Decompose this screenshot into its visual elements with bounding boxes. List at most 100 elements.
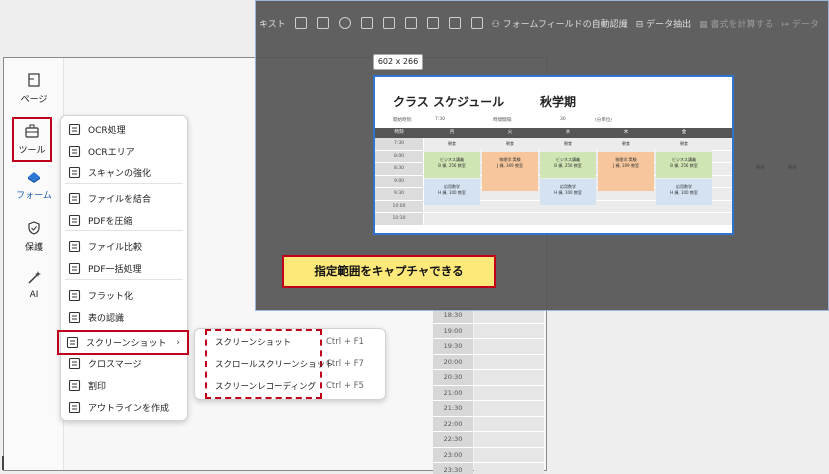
menu-item-seal[interactable]: 割印: [61, 375, 187, 395]
underlay-cell: [474, 354, 544, 369]
schedule-class-block: 物理学:実験 J 棟, 309 教室: [482, 151, 538, 191]
forms-icon: [28, 172, 40, 183]
schedule-time: 10:00: [375, 200, 423, 212]
menu-item-scan-enhance[interactable]: スキャンの強化: [61, 162, 187, 182]
schedule-semester: 秋学期: [540, 95, 577, 109]
ocr-icon: [67, 122, 81, 136]
underlay-row: 19:00: [433, 323, 544, 339]
underlay-row: 21:30: [433, 401, 544, 417]
scan-enhance-icon: [67, 165, 81, 179]
rail-item-forms[interactable]: フォーム: [4, 168, 64, 201]
menu-item-ocr-area[interactable]: OCRエリア: [61, 141, 187, 161]
shield-icon: [28, 221, 40, 235]
submenu-arrow-icon: ›: [176, 337, 180, 348]
list-box-icon[interactable]: [360, 17, 373, 29]
menu-item-compress-pdf[interactable]: PDFを圧縮: [61, 210, 187, 230]
underlay-time: 19:00: [433, 323, 473, 338]
rail-item-protect[interactable]: 保護: [4, 220, 64, 253]
rail-item-ai[interactable]: AI: [4, 270, 64, 300]
schedule-class-block: 朝食: [482, 138, 538, 151]
toolbar-partial-label[interactable]: キスト: [259, 17, 286, 30]
form-field-auto-recognition[interactable]: ⚇ フォームフィールドの自動認識: [492, 17, 628, 30]
date-field-icon[interactable]: [470, 17, 483, 29]
left-rail: ページ ツール フォーム 保護 AI: [4, 58, 64, 470]
menu-item-label: クロスマージ: [88, 359, 142, 370]
far-breakfast-sat: 朝食: [756, 166, 765, 171]
rail-item-page[interactable]: ページ: [4, 72, 64, 105]
schedule-column-header: 土: [713, 128, 732, 138]
underlay-cell: [474, 401, 544, 416]
image-field-icon[interactable]: [426, 17, 439, 29]
schedule-class-block: 物理学:実験 J 棟, 309 教室: [598, 151, 654, 191]
underlay-cell: [474, 432, 544, 447]
underlay-time: 21:30: [433, 401, 473, 416]
capture-selection-region[interactable]: クラス スケジュール 秋学期 開始時刻: 7:30 時間間隔: 30 (分単位)…: [373, 75, 734, 235]
page-icon: [28, 73, 40, 87]
signature-field-icon[interactable]: [448, 17, 461, 29]
form-field-auto-recognition-label: フォームフィールドの自動認識: [502, 19, 628, 30]
underlay-cell: [474, 339, 544, 354]
underlay-cell: [474, 323, 544, 338]
schedule-class-block: 朝食: [540, 138, 596, 151]
button-field-icon[interactable]: [404, 17, 417, 29]
underlay-row: 22:00: [433, 416, 544, 432]
menu-item-label: PDFを圧縮: [88, 216, 133, 227]
menu-item-screenshot[interactable]: スクリーンショット ›: [57, 330, 189, 355]
schedule-time: 9:30: [375, 188, 423, 200]
schedule-column-header: 金: [681, 130, 687, 135]
text-field-icon[interactable]: [294, 17, 307, 29]
underlay-time: 19:30: [433, 339, 473, 354]
combo-box-icon[interactable]: [382, 17, 395, 29]
menu-item-ocr[interactable]: OCR処理: [61, 119, 187, 139]
selection-size-badge: 602 x 266: [373, 54, 423, 70]
schedule-time: 8:00: [375, 150, 423, 162]
underlay-cell: [474, 447, 544, 462]
submenu-item-label: スクリーンショット: [215, 338, 292, 348]
underlay-cell: [474, 463, 544, 474]
underlay-row: 21:00: [433, 385, 544, 401]
calculate-format-button[interactable]: ▦ 書式を計算する: [699, 17, 773, 30]
menu-item-table-recognition[interactable]: 表の認識: [61, 307, 187, 327]
toolbox-icon: [25, 124, 39, 138]
underlay-time: 23:00: [433, 447, 473, 462]
menu-item-compare-files[interactable]: ファイル比較: [61, 236, 187, 256]
menu-item-batch-process[interactable]: PDF一括処理: [61, 258, 187, 278]
rail-label-ai: AI: [29, 290, 39, 300]
checkbox-icon[interactable]: [316, 17, 329, 29]
schedule-column-header: 木: [623, 130, 629, 135]
schedule-class-block: 応用数学 H 棟, 100 教室: [656, 178, 712, 205]
submenu-item-shortcut: Ctrl + F5: [326, 381, 364, 391]
schedule-title: クラス スケジュール: [393, 95, 505, 109]
schedule-header-row: 時刻月火水木金土日: [375, 128, 732, 138]
rail-label-forms: フォーム: [16, 191, 52, 201]
schedule-class-block: 朝食: [656, 138, 712, 151]
menu-item-cross-merge[interactable]: クロスマージ: [61, 353, 187, 373]
data-button[interactable]: ↦ データ: [782, 17, 819, 30]
menu-item-label: 割印: [88, 381, 107, 392]
rail-label-page: ページ: [20, 95, 48, 105]
data-extract-button[interactable]: ⊟ データ抽出: [636, 17, 691, 30]
outline-icon: [67, 400, 81, 414]
schedule-column-header: 月: [449, 130, 455, 135]
radio-button-icon[interactable]: [338, 17, 351, 29]
schedule-time: 7:30: [375, 138, 423, 150]
rail-label-protect: 保護: [24, 243, 43, 253]
menu-item-flatten[interactable]: フラット化: [61, 285, 187, 305]
meta-interval-value: 30: [560, 117, 566, 122]
submenu-item[interactable]: スクロールスクリーンショット Ctrl + F7: [215, 355, 381, 373]
window-edge-fragment: [2, 456, 4, 470]
underlay-cell: [474, 370, 544, 385]
submenu-item[interactable]: スクリーンショット Ctrl + F1: [215, 333, 381, 351]
compress-pdf-icon: [67, 213, 81, 227]
flatten-icon: [67, 288, 81, 302]
menu-item-label: PDF一括処理: [88, 264, 142, 275]
underlay-cell: [474, 416, 544, 431]
rail-label-tools: ツール: [18, 146, 46, 156]
menu-separator: [65, 230, 183, 231]
menu-item-outline[interactable]: アウトラインを作成: [61, 397, 187, 417]
menu-separator: [65, 183, 183, 184]
ai-wand-icon: [28, 271, 41, 284]
rail-item-tools[interactable]: ツール: [12, 117, 52, 162]
menu-item-combine-files[interactable]: ファイルを結合: [61, 188, 187, 208]
submenu-item[interactable]: スクリーンレコーディング Ctrl + F5: [215, 377, 381, 395]
